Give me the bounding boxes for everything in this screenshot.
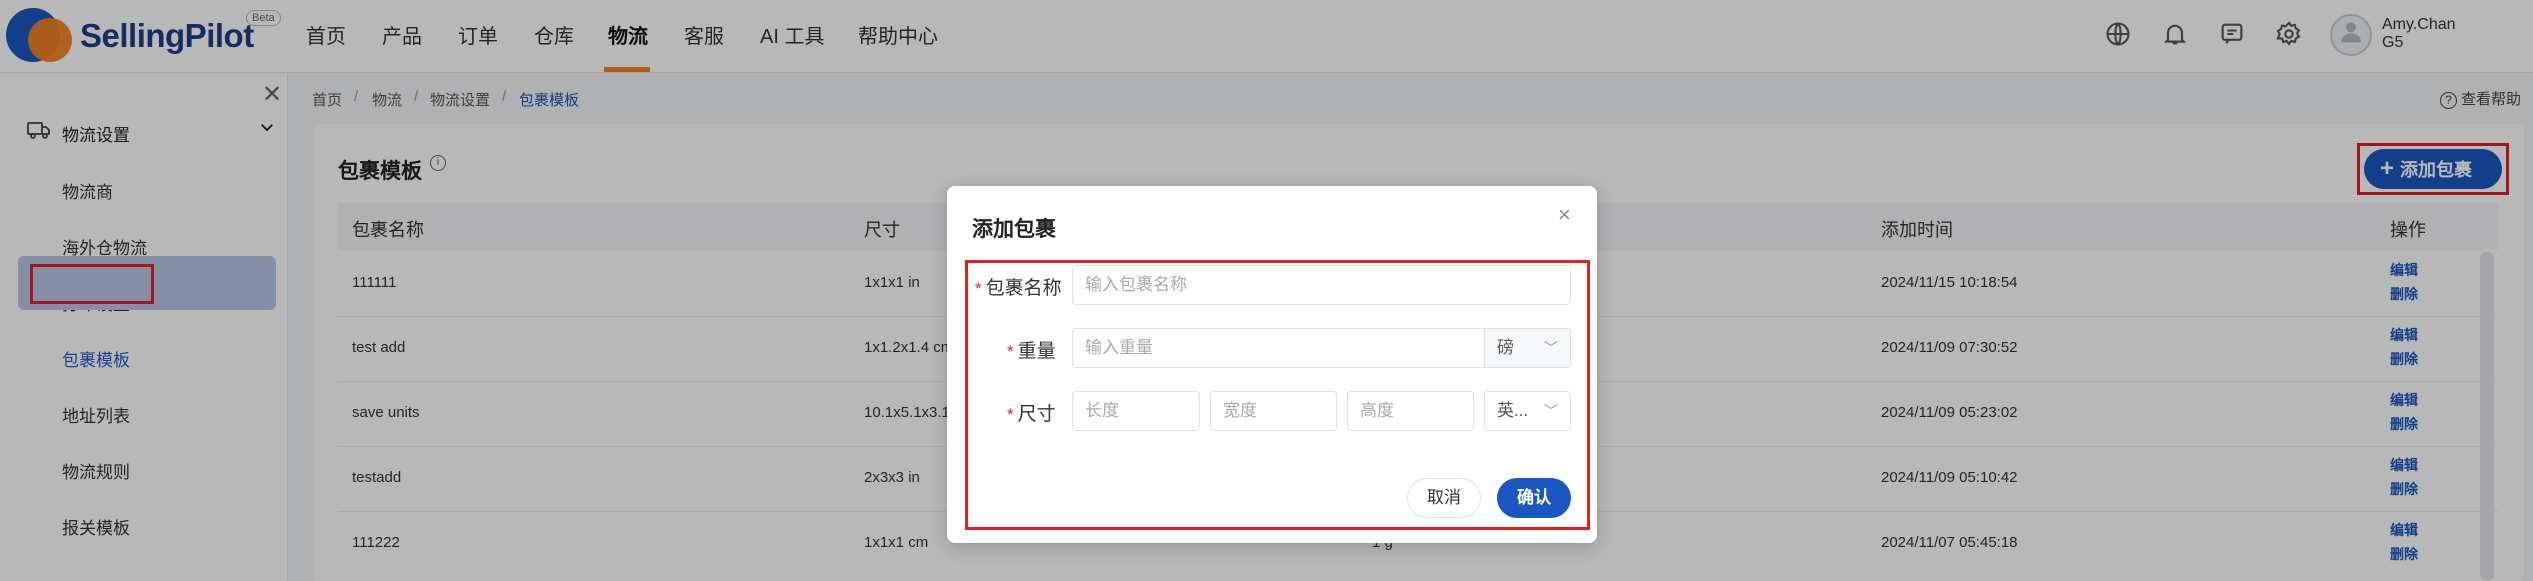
- required-marker: *: [975, 279, 982, 298]
- required-marker: *: [1007, 342, 1014, 361]
- chevron-down-icon: ﹀: [1544, 340, 1558, 356]
- weight-input[interactable]: 输入重量: [1072, 328, 1485, 368]
- weight-unit-select[interactable]: 磅 ﹀: [1484, 328, 1571, 368]
- weight-unit-value: 磅: [1497, 338, 1514, 357]
- height-input[interactable]: 高度: [1347, 391, 1474, 431]
- package-name-input[interactable]: 输入包裹名称: [1072, 265, 1571, 305]
- confirm-button[interactable]: 确认: [1497, 478, 1571, 518]
- close-icon[interactable]: ×: [1558, 202, 1571, 228]
- size-label-text: 尺寸: [1017, 404, 1056, 425]
- package-name-label-text: 包裹名称: [985, 278, 1062, 299]
- size-label: * 尺寸: [1007, 399, 1056, 426]
- length-input[interactable]: 长度: [1072, 391, 1200, 431]
- size-unit-value: 英...: [1497, 401, 1529, 420]
- chevron-down-icon: ﹀: [1544, 403, 1558, 419]
- required-marker: *: [1007, 405, 1014, 424]
- dialog-title: 添加包裹: [972, 218, 1056, 241]
- sidebar-item-package-templates[interactable]: 包裹模板: [62, 346, 130, 371]
- size-unit-select[interactable]: 英... ﹀: [1484, 391, 1571, 431]
- cancel-button[interactable]: 取消: [1407, 478, 1481, 518]
- width-input[interactable]: 宽度: [1210, 391, 1337, 431]
- weight-label: * 重量: [1007, 336, 1056, 363]
- package-name-label: * 包裹名称: [975, 273, 1062, 300]
- weight-label-text: 重量: [1017, 341, 1056, 362]
